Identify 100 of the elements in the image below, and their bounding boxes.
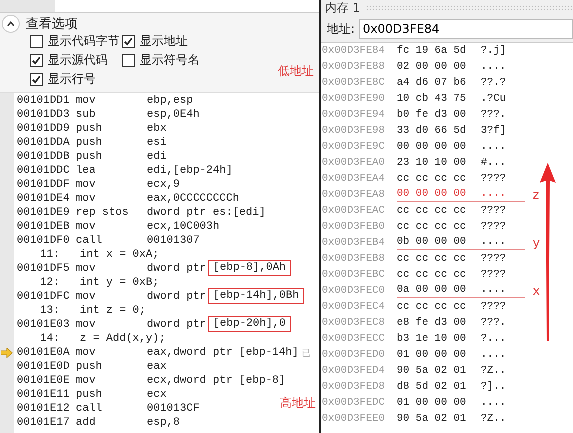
mnemonic: call [76, 235, 104, 247]
memory-chars: .?Cu [481, 92, 508, 104]
memory-address: 0x00D3FED4 [321, 365, 386, 377]
highlighted-operand: [ebp-14h],0Bh [208, 288, 304, 304]
line-number: 12: [39, 277, 60, 289]
memory-chars: .... [481, 188, 508, 200]
instruction-address: 00101E0D [16, 361, 71, 373]
caret-icon [7, 21, 15, 27]
operands: 00101307 [147, 235, 200, 247]
memory-chars: .... [481, 284, 508, 296]
memory-bytes: 0b 00 00 00 [397, 236, 468, 248]
instruction-address: 00101DFC [16, 291, 71, 303]
elapsed-hint: 已 [302, 348, 311, 360]
section-title: 查看选项 [26, 16, 78, 33]
operands: eax [147, 361, 167, 373]
instruction-address: 00101E0A [16, 347, 71, 359]
check-icon [123, 36, 134, 47]
instruction-address: 00101DDA [16, 137, 71, 149]
memory-bytes: cc cc cc cc [397, 300, 468, 312]
memory-chars: .... [481, 140, 508, 152]
memory-chars: ?Z.. [481, 412, 508, 424]
mnemonic: push [76, 137, 104, 149]
instruction-address: 00101DEB [16, 221, 71, 233]
instruction-address: 00101DE9 [16, 207, 71, 219]
collapse-button[interactable] [2, 15, 20, 33]
memory-bytes: a4 d6 07 b6 [397, 76, 468, 88]
memory-chars: ?].. [481, 380, 508, 392]
memory-bytes: 10 cb 43 75 [397, 92, 468, 104]
mnemonic: mov [76, 193, 97, 205]
memory-bytes: 0a 00 00 00 [397, 284, 468, 296]
memory-bytes: d8 5d 02 01 [397, 380, 468, 392]
memory-bytes: cc cc cc cc [397, 268, 468, 280]
memory-bytes: cc cc cc cc [397, 172, 468, 184]
instruction-address: 00101DE4 [16, 193, 71, 205]
operands: esp,8 [147, 417, 180, 429]
option-checkbox[interactable]: 显示源代码 [30, 52, 122, 69]
source-line: z = Add(x,y); [80, 333, 166, 345]
address-field[interactable]: 0x00D3FE84 [359, 19, 573, 39]
memory-bytes: 01 00 00 00 [397, 348, 468, 360]
operands: eax,dword ptr [ebp-14h] [147, 347, 299, 359]
memory-address: 0x00D3FEA0 [321, 157, 386, 169]
memory-chars: ???? [481, 204, 508, 216]
instruction-address: 00101DDF [16, 179, 71, 191]
source-line: int z = 0; [80, 305, 146, 317]
memory-chars: .... [481, 60, 508, 72]
mnemonic: mov [76, 347, 97, 359]
memory-chars: #... [481, 156, 508, 168]
operands: esi [147, 137, 167, 149]
annotation: 低地址 [278, 63, 314, 80]
mnemonic: mov [76, 291, 97, 303]
memory-chars: .... [481, 396, 508, 408]
memory-address: 0x00D3FE9C [321, 141, 386, 153]
memory-chars: ?... [481, 332, 508, 344]
line-number: 13: [39, 305, 60, 317]
mnemonic: add [76, 417, 97, 429]
instruction-address: 00101DF0 [16, 235, 71, 247]
operands: ebp,esp [147, 95, 194, 107]
memory-address: 0x00D3FEAC [321, 205, 386, 217]
variable-label: z [533, 188, 540, 202]
address-label: 地址: [327, 20, 356, 38]
highlighted-operand: [ebp-20h],0 [208, 316, 292, 332]
memory-chars: ???? [481, 300, 508, 312]
memory-address: 0x00D3FEB8 [321, 253, 386, 265]
memory-chars: ??.? [481, 76, 508, 88]
option-checkbox[interactable]: 显示代码字节 [30, 33, 122, 50]
instruction-address: 00101E11 [16, 389, 71, 401]
memory-address: 0x00D3FEDC [321, 397, 386, 409]
memory-chars: .... [481, 348, 508, 360]
option-checkbox[interactable]: 显示地址 [122, 33, 319, 50]
memory-address: 0x00D3FEBC [321, 269, 386, 281]
mnemonic: mov [76, 319, 97, 331]
mnemonic: mov [76, 263, 97, 275]
instruction-address: 00101DD9 [16, 123, 71, 135]
memory-bytes: 01 00 00 00 [397, 396, 468, 408]
option-checkbox[interactable]: 显示行号 [30, 71, 122, 88]
memory-bytes: 00 00 00 00 [397, 140, 468, 152]
source-line: int y = 0xB; [80, 277, 160, 289]
check-icon [31, 55, 42, 66]
mnemonic: sub [76, 109, 97, 121]
memory-address: 0x00D3FED0 [321, 349, 386, 361]
mnemonic: call [76, 403, 104, 415]
memory-address: 0x00D3FEB4 [321, 237, 386, 249]
instruction-address: 00101E03 [16, 319, 71, 331]
memory-chars: ???. [481, 316, 508, 328]
mnemonic: mov [76, 95, 97, 107]
operands: ecx,dword ptr [ebp-8] [147, 375, 286, 387]
instruction-address: 00101DD3 [16, 109, 71, 121]
memory-chars: 3?f] [481, 124, 508, 136]
operands: ebx [147, 123, 167, 135]
operands: esp,0E4h [147, 109, 200, 121]
mnemonic: push [76, 361, 104, 373]
mnemonic: mov [76, 375, 97, 387]
operands: eax,0CCCCCCCCh [147, 193, 240, 205]
memory-chars: ???? [481, 172, 508, 184]
operands: edi [147, 151, 167, 163]
operands: dword ptr [147, 263, 206, 275]
variable-label: y [533, 236, 540, 250]
memory-bytes: cc cc cc cc [397, 204, 468, 216]
memory-bytes: 02 00 00 00 [397, 60, 468, 72]
operands: ecx [147, 389, 167, 401]
